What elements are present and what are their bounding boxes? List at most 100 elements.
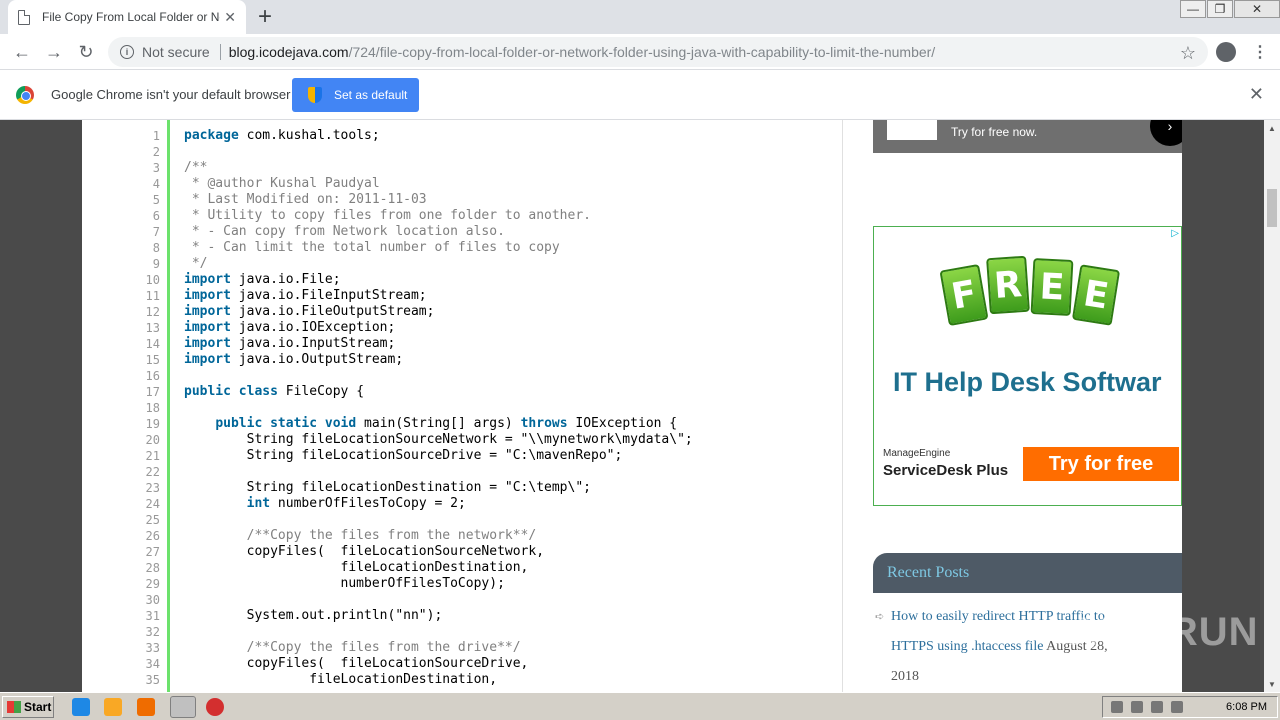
flag-icon[interactable]: [1171, 701, 1183, 713]
web-page: 1 2 3 4 5 6 7 8 9 10 11 12 13 14 15 16 17 18 19 20 21 22 23 24 2…: [82, 120, 1182, 692]
address-bar[interactable]: i Not secure blog.icodejava.com/724/file…: [108, 37, 1208, 67]
line-number: 30: [145, 593, 160, 607]
start-label: Start: [24, 700, 52, 714]
code-line: int numberOfFilesToCopy = 2;: [246, 496, 466, 511]
tab-close-icon[interactable]: ✕: [224, 9, 236, 26]
line-number: 7: [152, 225, 160, 239]
ad-logo: [887, 120, 937, 140]
top-ad-banner[interactable]: Try for free now. ›: [873, 120, 1182, 153]
line-number: 29: [145, 577, 160, 591]
adchoices-icon[interactable]: ▷: [1171, 228, 1179, 239]
line-number: 5: [152, 193, 160, 207]
set-as-default-button[interactable]: Set as default: [292, 78, 419, 112]
volume-icon[interactable]: [1151, 701, 1163, 713]
line-number: 31: [145, 609, 160, 623]
set-as-default-label: Set as default: [334, 88, 408, 102]
tab-strip: File Copy From Local Folder or Network ✕…: [0, 0, 1280, 34]
folder-icon[interactable]: [104, 698, 122, 716]
line-number: 34: [145, 657, 160, 671]
code-line: String fileLocationSourceDrive = "C:\mav…: [184, 448, 623, 463]
account-avatar-icon[interactable]: [1216, 42, 1236, 62]
reload-button[interactable]: ↻: [74, 40, 98, 64]
ie-icon[interactable]: [72, 698, 90, 716]
recent-post-link-cont[interactable]: HTTPS using .htaccess file: [891, 639, 1043, 654]
ad-brand-line2: ServiceDesk Plus: [883, 462, 1009, 479]
bookmark-star-icon[interactable]: ☆: [1180, 43, 1196, 64]
code-block: 1 2 3 4 5 6 7 8 9 10 11 12 13 14 15 16 17 18 19 20 21 22 23 24 2…: [82, 120, 842, 692]
code-line: /**: [184, 160, 208, 175]
tab-title: File Copy From Local Folder or Network: [42, 10, 220, 24]
code-line: */: [184, 256, 208, 271]
code-line: fileLocationDestination,: [184, 560, 529, 575]
free-tag: F: [939, 263, 989, 327]
scroll-down-icon[interactable]: ▼: [1264, 676, 1280, 692]
window-controls: — ❐ ✕: [1179, 0, 1280, 18]
code-lines: package com.kushal.tools; /** * @author K…: [184, 128, 693, 688]
menu-icon[interactable]: ⋮: [1252, 42, 1268, 62]
page-icon: [18, 9, 30, 25]
line-number: 16: [145, 369, 160, 383]
stop-icon[interactable]: [206, 698, 224, 716]
line-number-gutter: 1 2 3 4 5 6 7 8 9 10 11 12 13 14 15 16 17 18 19 20 21 22 23 24 2…: [82, 128, 160, 688]
code-line: copyFiles( fileLocationSourceDrive,: [184, 656, 529, 671]
line-number: 14: [145, 337, 160, 351]
try-for-free-button[interactable]: Try for free: [1023, 447, 1179, 481]
line-number: 18: [145, 401, 160, 415]
line-number: 9: [152, 257, 160, 271]
page-scrollbar[interactable]: ▲ ▼: [1264, 120, 1280, 692]
line-number: 21: [145, 449, 160, 463]
line-number: 26: [145, 529, 160, 543]
line-number: 24: [145, 497, 160, 511]
ad-arrow-icon[interactable]: ›: [1150, 120, 1182, 146]
taskbar: Start 6:08 PM: [0, 692, 1280, 720]
tray-arrow-icon[interactable]: [1111, 701, 1123, 713]
network-icon[interactable]: [1131, 701, 1143, 713]
close-window-button[interactable]: ✕: [1234, 0, 1280, 18]
infobar-close-icon[interactable]: ✕: [1249, 84, 1264, 105]
free-tag: R: [986, 255, 1030, 315]
free-tag: E: [1030, 257, 1074, 317]
default-browser-infobar: Google Chrome isn't your default browser…: [0, 70, 1280, 120]
line-number: 28: [145, 561, 160, 575]
restore-button[interactable]: ❐: [1207, 0, 1233, 18]
start-button[interactable]: Start: [2, 696, 54, 718]
info-icon[interactable]: i: [120, 45, 134, 59]
code-line: * - Can limit the total number of files …: [184, 240, 560, 255]
line-number: 15: [145, 353, 160, 367]
line-number: 6: [152, 209, 160, 223]
free-tag: E: [1071, 264, 1121, 326]
code-line: * - Can copy from Network location also.: [184, 224, 505, 239]
line-number: 8: [152, 241, 160, 255]
code-line: System.out.println("nn");: [184, 608, 443, 623]
arrow-icon: ➪: [875, 611, 885, 623]
not-secure-label: Not secure: [142, 44, 210, 60]
scroll-up-icon[interactable]: ▲: [1264, 120, 1280, 136]
browser-toolbar: ← → ↻ i Not secure blog.icodejava.com/72…: [0, 34, 1280, 70]
chrome-taskbar-button[interactable]: [170, 696, 196, 718]
media-player-icon[interactable]: [137, 698, 155, 716]
code-line: fileLocationDestination,: [184, 672, 498, 687]
new-tab-button[interactable]: +: [258, 3, 272, 31]
code-gutter-bar: [167, 120, 170, 692]
line-number: 4: [152, 177, 160, 191]
line-number: 17: [145, 385, 160, 399]
divider: [219, 44, 221, 60]
forward-button[interactable]: →: [42, 40, 66, 64]
servicedesk-ad[interactable]: ▷ F R E E IT Help Desk Softwar ManageEng…: [873, 226, 1182, 506]
line-number: 32: [145, 625, 160, 639]
shield-icon: [308, 87, 322, 103]
code-line: import java.io.FileOutputStream;: [184, 304, 435, 319]
minimize-button[interactable]: —: [1180, 0, 1206, 18]
line-number: 12: [145, 305, 160, 319]
scroll-thumb[interactable]: [1267, 189, 1277, 227]
browser-tab[interactable]: File Copy From Local Folder or Network ✕: [8, 0, 246, 34]
back-button[interactable]: ←: [10, 40, 34, 64]
url-path: /724/file-copy-from-local-folder-or-netw…: [348, 44, 936, 60]
code-line: package com.kushal.tools;: [184, 128, 380, 143]
code-line: copyFiles( fileLocationSourceNetwork,: [184, 544, 545, 559]
